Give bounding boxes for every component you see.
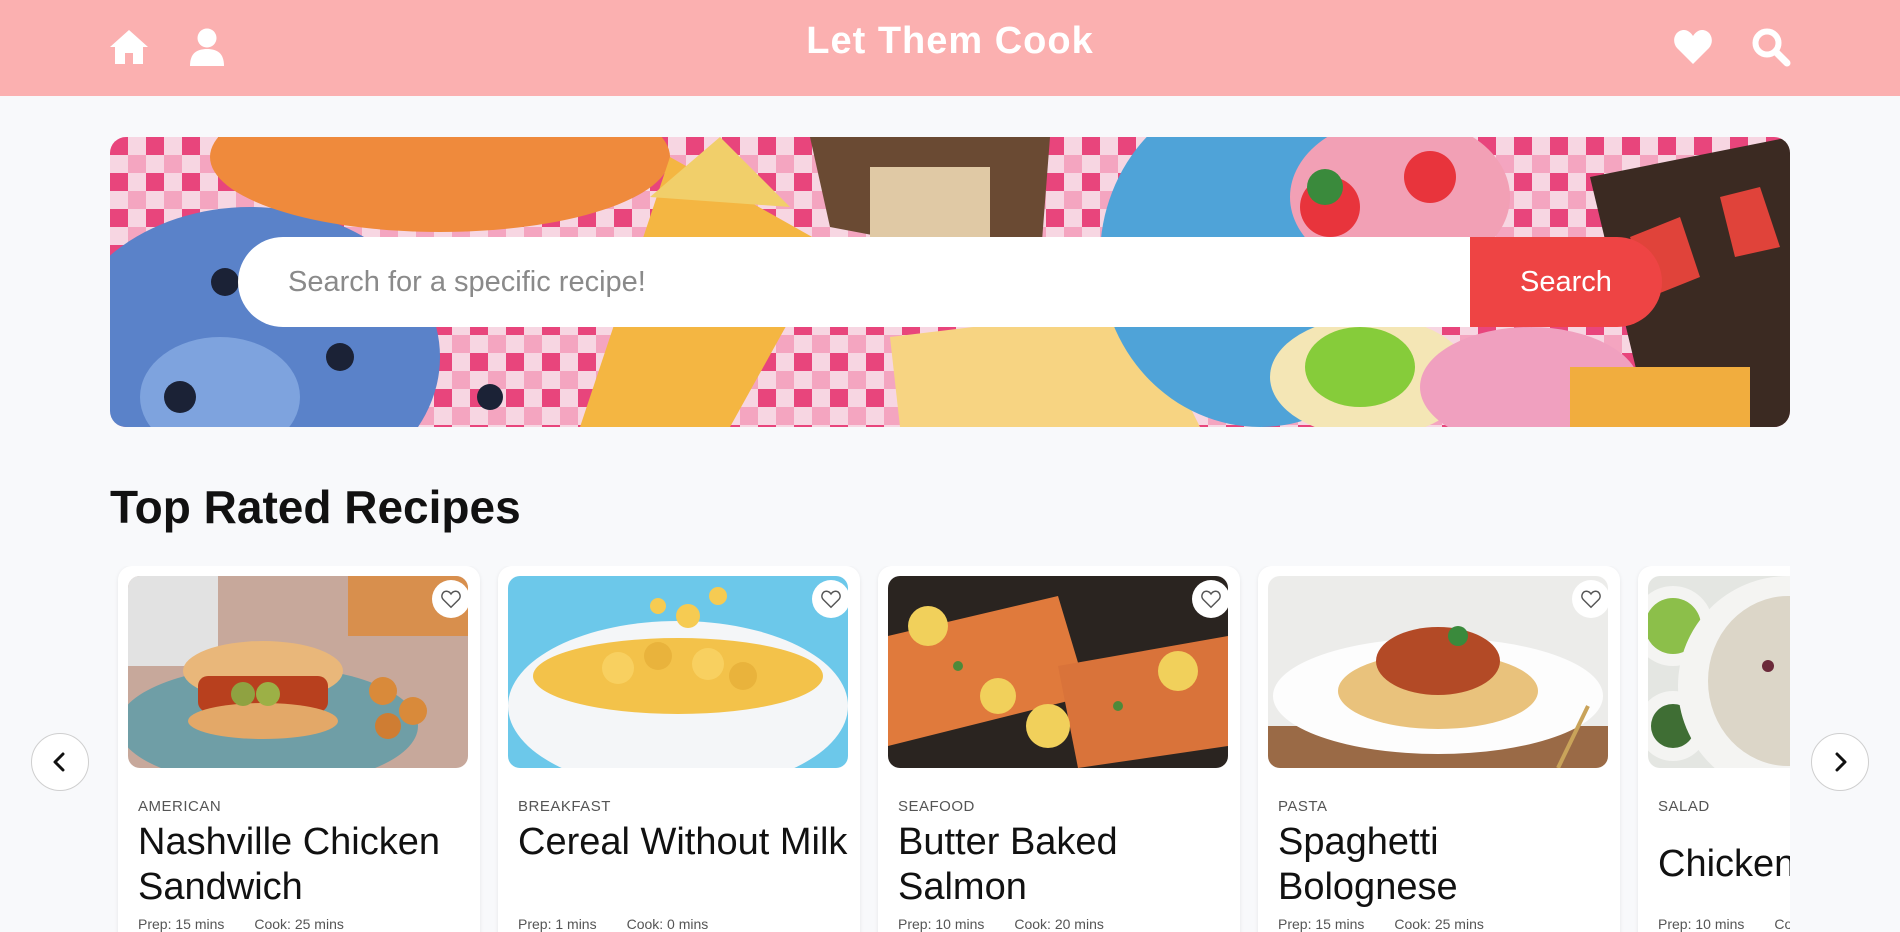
recipe-card[interactable]: PASTA Spaghetti Bolognese Prep: 15 mins C… (1258, 566, 1620, 932)
recipe-category: BREAKFAST (518, 798, 611, 815)
recipe-category: AMERICAN (138, 798, 222, 815)
recipe-image (888, 576, 1228, 768)
cook-time: Cook: 20 mins (1014, 916, 1104, 932)
recipe-card[interactable]: SALAD Chicken Prep: 10 mins Co (1638, 566, 1790, 932)
chevron-left-icon (53, 752, 65, 772)
favorite-button[interactable] (432, 580, 470, 618)
favorite-button[interactable] (812, 580, 850, 618)
recipe-image (1648, 576, 1790, 768)
navbar: Let Them Cook (0, 0, 1900, 96)
cook-time: Cook: 25 mins (254, 916, 344, 932)
recipe-card[interactable]: SEAFOOD Butter Baked Salmon Prep: 10 min… (878, 566, 1240, 932)
recipe-card[interactable]: AMERICAN Nashville Chicken Sandwich Prep… (118, 566, 480, 932)
recipe-title: Cereal Without Milk (518, 821, 848, 863)
section-title: Top Rated Recipes (110, 481, 521, 533)
cook-time: Cook: 25 mins (1394, 916, 1484, 932)
heart-outline-icon (821, 590, 841, 609)
recipe-carousel: AMERICAN Nashville Chicken Sandwich Prep… (110, 566, 1790, 932)
recipe-image (1268, 576, 1608, 768)
recipe-category: PASTA (1278, 798, 1328, 815)
recipe-card[interactable]: BREAKFAST Cereal Without Milk Prep: 1 mi… (498, 566, 860, 932)
recipe-title: Nashville Chicken Sandwich (138, 821, 441, 908)
heart-outline-icon (1581, 590, 1601, 609)
recipe-search-input[interactable] (238, 237, 1488, 327)
recipe-times: Prep: 1 mins Cook: 0 mins (518, 916, 708, 932)
prep-time: Prep: 10 mins (898, 916, 985, 932)
recipe-times: Prep: 15 mins Cook: 25 mins (1278, 916, 1484, 932)
heart-outline-icon (441, 590, 461, 609)
prep-time: Prep: 1 mins (518, 916, 597, 932)
carousel-prev-button[interactable] (31, 733, 89, 791)
heart-icon[interactable] (1672, 26, 1714, 68)
prep-time: Prep: 15 mins (1278, 916, 1365, 932)
recipe-category: SALAD (1658, 798, 1710, 815)
recipe-times: Prep: 10 mins Co (1658, 916, 1790, 932)
chevron-right-icon (1835, 752, 1847, 772)
cook-time: Cook: 0 mins (626, 916, 709, 932)
recipe-image (508, 576, 848, 768)
brand-title: Let Them Cook (806, 20, 1094, 62)
recipe-image (128, 576, 468, 768)
hero-banner: Search (110, 137, 1790, 427)
prep-time: Prep: 10 mins (1658, 916, 1745, 932)
recipe-title: Spaghetti Bolognese (1278, 821, 1458, 908)
recipe-title: Chicken (1658, 843, 1790, 885)
prep-time: Prep: 15 mins (138, 916, 225, 932)
recipe-times: Prep: 15 mins Cook: 25 mins (138, 916, 344, 932)
favorite-button[interactable] (1192, 580, 1230, 618)
recipe-title: Butter Baked Salmon (898, 821, 1118, 908)
recipe-category: SEAFOOD (898, 798, 975, 815)
search-bar: Search (238, 237, 1662, 327)
cook-time: Co (1774, 916, 1790, 932)
search-button[interactable]: Search (1470, 237, 1662, 327)
search-icon[interactable] (1750, 26, 1792, 68)
carousel-next-button[interactable] (1811, 733, 1869, 791)
favorite-button[interactable] (1572, 580, 1610, 618)
heart-outline-icon (1201, 590, 1221, 609)
recipe-times: Prep: 10 mins Cook: 20 mins (898, 916, 1104, 932)
